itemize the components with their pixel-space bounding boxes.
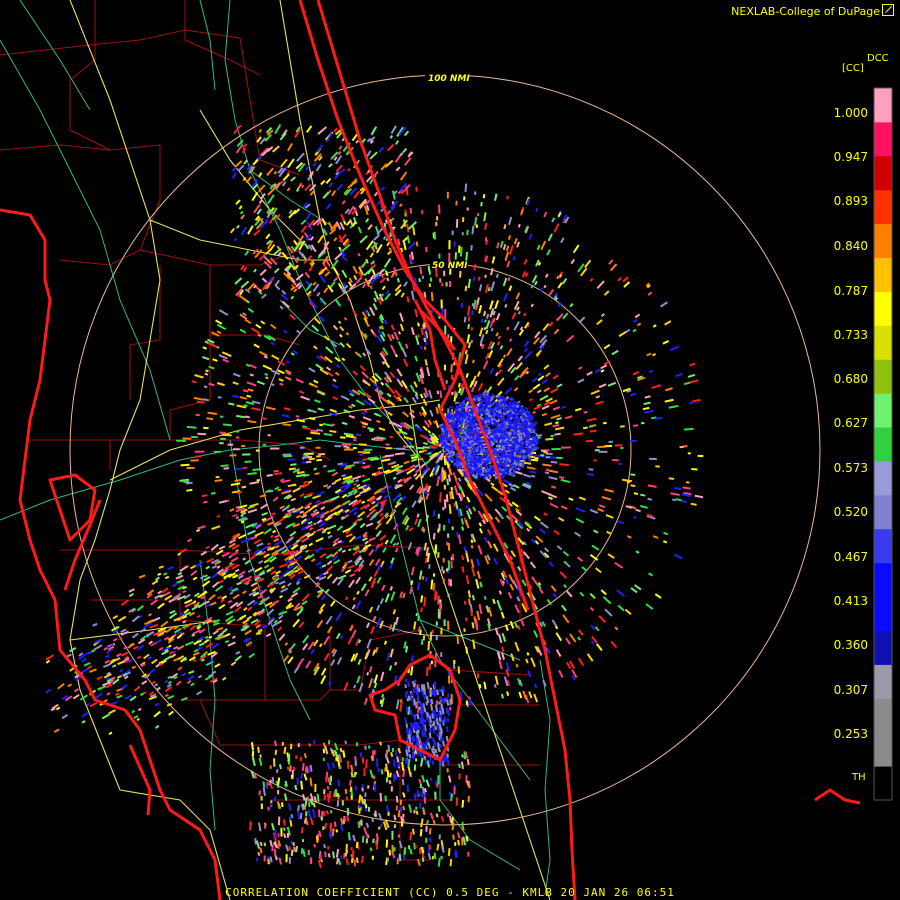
legend-label: 0.787 [833, 284, 868, 298]
legend-label: 0.680 [833, 372, 868, 386]
brand-header: NEXLAB-College of DuPage [731, 4, 894, 18]
legend-color-swatch [874, 189, 892, 225]
legend-label: 0.520 [833, 505, 868, 519]
cod-logo-icon [882, 4, 894, 16]
legend-color-swatch [874, 766, 892, 801]
legend-color-swatch [874, 528, 892, 564]
legend-label: 0.947 [833, 150, 868, 164]
legend-label: 0.893 [833, 194, 868, 208]
legend-label: 0.307 [833, 683, 868, 697]
legend-color-bar [873, 87, 893, 801]
legend-color-swatch [874, 325, 892, 360]
legend-color-swatch [874, 88, 892, 123]
legend-color-swatch [874, 630, 892, 665]
legend-color-swatch [874, 359, 892, 394]
legend-color-swatch [874, 291, 892, 326]
legend-label: 0.413 [833, 594, 868, 608]
legend-label: 1.000 [833, 106, 868, 120]
legend-color-swatch [874, 664, 892, 699]
legend-color-swatch [874, 223, 892, 259]
legend-color-swatch [874, 427, 892, 462]
legend-product: DCC [867, 53, 889, 64]
legend-label: 0.573 [833, 461, 868, 475]
legend-color-swatch [874, 732, 892, 767]
legend-label: 0.733 [833, 328, 868, 342]
legend-color-swatch [874, 460, 892, 496]
legend-color-swatch [874, 257, 892, 292]
brand-text: NEXLAB-College of DuPage [731, 5, 880, 18]
legend-color-swatch [874, 562, 892, 598]
legend-color-swatch [874, 121, 892, 157]
legend-color-swatch [874, 596, 892, 631]
legend-color-swatch [874, 494, 892, 530]
legend-label: 0.360 [833, 638, 868, 652]
legend-label: 0.840 [833, 239, 868, 253]
legend-threshold-label: TH [852, 772, 866, 783]
product-title: CORRELATION COEFFICIENT (CC) 0.5 DEG - K… [225, 886, 675, 899]
legend-color-swatch [874, 155, 892, 191]
radar-map[interactable]: 100 NMI 50 NMI [0, 0, 900, 900]
legend-label: 0.467 [833, 550, 868, 564]
legend-color-swatch [874, 393, 892, 428]
legend-label: 0.253 [833, 727, 868, 741]
legend-color-swatch [874, 698, 892, 733]
legend-unit: [CC] [842, 63, 864, 74]
legend-label: 0.627 [833, 416, 868, 430]
range-ring-label-100nmi: 100 NMI [428, 74, 470, 84]
